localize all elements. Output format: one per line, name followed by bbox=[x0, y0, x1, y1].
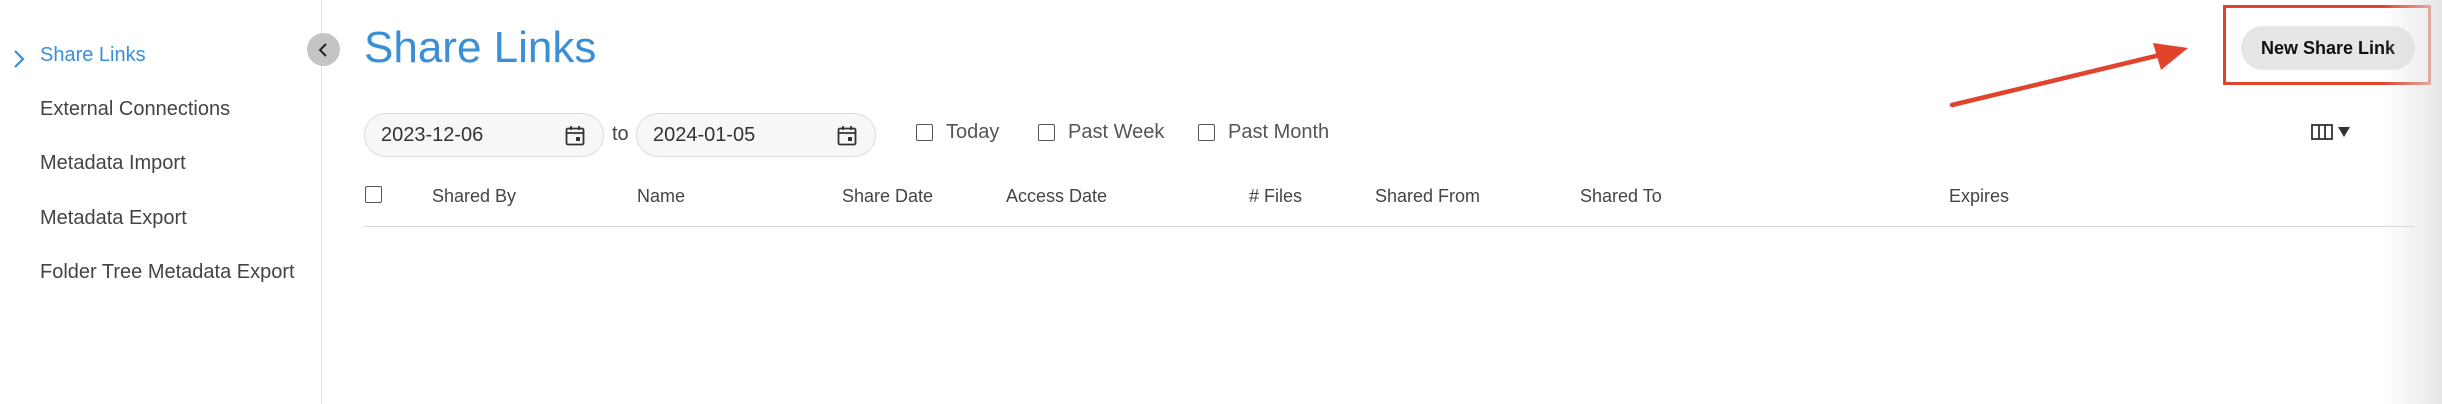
date-from-field[interactable]: 2023-12-06 bbox=[364, 113, 604, 157]
filter-today-checkbox[interactable]: Today bbox=[916, 121, 999, 144]
new-share-link-button[interactable]: New Share Link bbox=[2241, 26, 2415, 70]
filter-past-week-label: Past Week bbox=[1068, 121, 1165, 143]
sidebar-item-share-links[interactable]: Share Links bbox=[40, 44, 146, 67]
select-all-checkbox[interactable] bbox=[365, 186, 382, 203]
date-to-field[interactable]: 2024-01-05 bbox=[636, 113, 876, 157]
column-header-name[interactable]: Name bbox=[637, 186, 685, 207]
columns-icon bbox=[2311, 124, 2333, 140]
column-header-access-date[interactable]: Access Date bbox=[1006, 186, 1107, 207]
filter-today-label: Today bbox=[946, 121, 1000, 143]
sidebar-item-external-connections[interactable]: External Connections bbox=[40, 98, 230, 121]
checkbox-box[interactable] bbox=[1198, 124, 1215, 141]
chevron-left-icon bbox=[318, 42, 327, 57]
column-header-files[interactable]: # Files bbox=[1249, 186, 1302, 207]
column-chooser-button[interactable] bbox=[2311, 120, 2357, 144]
filter-past-month-checkbox[interactable]: Past Month bbox=[1198, 121, 1329, 144]
column-header-shared-by[interactable]: Shared By bbox=[432, 186, 516, 207]
calendar-icon[interactable] bbox=[837, 125, 857, 146]
sidebar: Share Links External Connections Metadat… bbox=[0, 0, 322, 404]
column-header-share-date[interactable]: Share Date bbox=[842, 186, 933, 207]
chevron-right-icon bbox=[14, 50, 25, 68]
sidebar-item-folder-tree-metadata-export[interactable]: Folder Tree Metadata Export bbox=[40, 261, 295, 284]
date-range-to-label: to bbox=[612, 123, 629, 145]
column-header-expires[interactable]: Expires bbox=[1949, 186, 2009, 207]
sidebar-item-metadata-import[interactable]: Metadata Import bbox=[40, 152, 186, 175]
page-title: Share Links bbox=[364, 23, 597, 72]
calendar-icon[interactable] bbox=[565, 125, 585, 146]
date-from-value: 2023-12-06 bbox=[381, 124, 484, 146]
caret-down-icon bbox=[2338, 127, 2350, 137]
column-header-shared-to[interactable]: Shared To bbox=[1580, 186, 1662, 207]
sidebar-collapse-button[interactable] bbox=[307, 33, 340, 66]
annotation-arrow-icon bbox=[1949, 43, 2188, 108]
column-header-shared-from[interactable]: Shared From bbox=[1375, 186, 1480, 207]
sidebar-item-metadata-export[interactable]: Metadata Export bbox=[40, 207, 187, 230]
table-header-row: Shared By Name Share Date Access Date # … bbox=[364, 180, 2415, 227]
date-to-value: 2024-01-05 bbox=[653, 124, 756, 146]
checkbox-box[interactable] bbox=[1038, 124, 1055, 141]
checkbox-box[interactable] bbox=[916, 124, 933, 141]
filter-past-month-label: Past Month bbox=[1228, 121, 1330, 143]
filter-past-week-checkbox[interactable]: Past Week bbox=[1038, 121, 1164, 144]
